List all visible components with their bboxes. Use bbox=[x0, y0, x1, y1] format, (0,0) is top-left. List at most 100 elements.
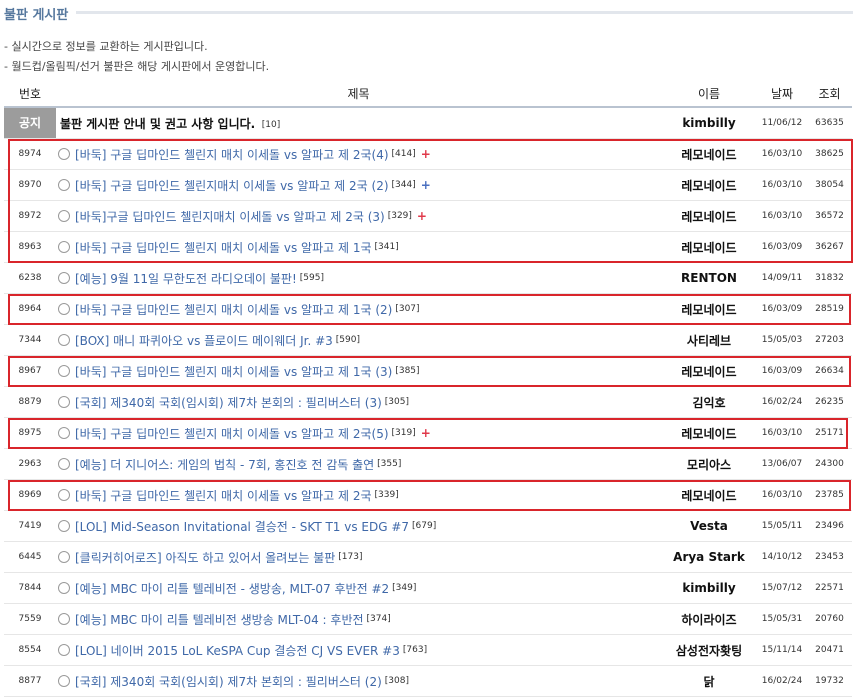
post-views: 38054 bbox=[807, 169, 852, 201]
circle-icon bbox=[58, 675, 70, 687]
post-title-cell: [LOL] Mid-Season Invitational 결승전 - SKT … bbox=[56, 510, 661, 542]
table-row: 8970 [바둑] 구글 딥마인드 첼린지매치 이세돌 vs 알파고 제 2국 (… bbox=[4, 169, 852, 201]
circle-icon bbox=[58, 272, 70, 284]
board-description-1: - 실시간으로 정보를 교환하는 게시판입니다. bbox=[4, 40, 208, 53]
post-views: 27203 bbox=[807, 324, 852, 356]
post-author[interactable]: 레모네이드 bbox=[661, 417, 757, 449]
circle-icon bbox=[58, 210, 70, 222]
post-date: 16/03/10 bbox=[757, 169, 807, 201]
post-title-link[interactable]: [예능] MBC 마이 리틀 텔레비전 - 생방송, MLT-07 후반전 #2 bbox=[75, 582, 389, 596]
notice-date: 11/06/12 bbox=[757, 107, 807, 139]
post-author[interactable]: Vesta bbox=[661, 510, 757, 542]
post-title-cell: [예능] 9월 11일 무한도전 라디오데이 불판! [595] bbox=[56, 262, 661, 294]
post-title-link[interactable]: [클릭커히어로즈] 아직도 하고 있어서 올려보는 불판 bbox=[75, 551, 335, 565]
circle-icon bbox=[58, 427, 70, 439]
post-date: 15/05/31 bbox=[757, 603, 807, 635]
post-author[interactable]: 레모네이드 bbox=[661, 200, 757, 232]
circle-icon bbox=[58, 365, 70, 377]
post-date: 13/06/07 bbox=[757, 448, 807, 480]
post-number: 2963 bbox=[4, 448, 56, 480]
post-title-link[interactable]: [BOX] 매니 파퀴아오 vs 플로이드 메이웨더 Jr. #3 bbox=[75, 334, 333, 348]
comment-count: [385] bbox=[395, 366, 420, 376]
post-number: 8967 bbox=[4, 355, 56, 387]
post-title-link[interactable]: [LOL] 네이버 2015 LoL KeSPA Cup 결승전 CJ VS E… bbox=[75, 644, 400, 658]
post-title-link[interactable]: [예능] 9월 11일 무한도전 라디오데이 불판! bbox=[75, 272, 297, 286]
post-title-cell: [LOL] 네이버 2015 LoL KeSPA Cup 결승전 CJ VS E… bbox=[56, 634, 661, 666]
circle-icon bbox=[58, 520, 70, 532]
post-author[interactable]: 레모네이드 bbox=[661, 293, 757, 325]
header-title: 제목 bbox=[56, 81, 661, 108]
circle-icon bbox=[58, 396, 70, 408]
post-author[interactable]: RENTON bbox=[661, 262, 757, 294]
post-title-link[interactable]: [예능] MBC 마이 리틀 텔레비전 생방송 MLT-04 : 후반전 bbox=[75, 613, 364, 627]
post-author[interactable]: 레모네이드 bbox=[661, 355, 757, 387]
post-author[interactable]: 레모네이드 bbox=[661, 479, 757, 511]
new-reply-mark: + bbox=[420, 147, 431, 161]
table-row: 7844 [예능] MBC 마이 리틀 텔레비전 - 생방송, MLT-07 후반… bbox=[4, 572, 852, 604]
post-title-cell: [바둑] 구글 딥마인드 첼린지 매치 이세돌 vs 알파고 제 1국 (3)[… bbox=[56, 355, 661, 387]
post-views: 23496 bbox=[807, 510, 852, 542]
post-author[interactable]: kimbilly bbox=[661, 572, 757, 604]
post-title-link[interactable]: [바둑] 구글 딥마인드 첼린지 매치 이세돌 vs 알파고 제 1국 (3) bbox=[75, 365, 392, 379]
post-date: 16/02/24 bbox=[757, 665, 807, 697]
post-title-link[interactable]: [바둑] 구글 딥마인드 첼린지 매치 이세돌 vs 알파고 제 2국(5) bbox=[75, 427, 389, 441]
post-date: 16/03/09 bbox=[757, 231, 807, 263]
post-date: 15/11/14 bbox=[757, 634, 807, 666]
post-author[interactable]: 하이라이즈 bbox=[661, 603, 757, 635]
post-title-link[interactable]: [예능] 더 지니어스: 게임의 법칙 - 7회, 홍진호 전 감독 출연 bbox=[75, 458, 374, 472]
post-title-link[interactable]: [바둑] 구글 딥마인드 첼린지매치 이세돌 vs 알파고 제 2국 (2) bbox=[75, 179, 389, 193]
post-author[interactable]: 삼성전자홧팅 bbox=[661, 634, 757, 666]
post-title-link[interactable]: [LOL] Mid-Season Invitational 결승전 - SKT … bbox=[75, 520, 409, 534]
notice-title-cell: 불판 게시판 안내 및 권고 사항 입니다. [10] bbox=[56, 107, 661, 139]
post-author[interactable]: 사티레브 bbox=[661, 324, 757, 356]
post-title-link[interactable]: [바둑] 구글 딥마인드 첼린지 매치 이세돌 vs 알파고 제 2국(4) bbox=[75, 148, 389, 162]
circle-icon bbox=[58, 613, 70, 625]
post-author[interactable]: 닭 bbox=[661, 665, 757, 697]
comment-count: [355] bbox=[377, 459, 402, 469]
post-author[interactable]: 레모네이드 bbox=[661, 169, 757, 201]
post-title-cell: [예능] MBC 마이 리틀 텔레비전 - 생방송, MLT-07 후반전 #2… bbox=[56, 572, 661, 604]
post-author[interactable]: 레모네이드 bbox=[661, 138, 757, 170]
table-row: 8969 [바둑] 구글 딥마인드 첼린지 매치 이세돌 vs 알파고 제 2국[… bbox=[4, 479, 852, 511]
post-date: 16/03/09 bbox=[757, 293, 807, 325]
comment-count: [590] bbox=[335, 335, 360, 345]
circle-icon bbox=[58, 179, 70, 191]
post-title-cell: [바둑] 구글 딥마인드 첼린지매치 이세돌 vs 알파고 제 2국 (2) [3… bbox=[56, 169, 661, 201]
post-views: 36267 bbox=[807, 231, 852, 263]
notice-author[interactable]: kimbilly bbox=[661, 107, 757, 139]
post-title-link[interactable]: [바둑]구글 딥마인드 첼린지매치 이세돌 vs 알파고 제 2국 (3) bbox=[75, 210, 385, 224]
table-row: 8967 [바둑] 구글 딥마인드 첼린지 매치 이세돌 vs 알파고 제 1국 … bbox=[4, 355, 852, 387]
post-views: 24300 bbox=[807, 448, 852, 480]
new-reply-mark: + bbox=[416, 209, 427, 223]
post-author[interactable]: Arya Stark bbox=[661, 541, 757, 573]
post-title-link[interactable]: [국회] 제340회 국회(임시회) 제7차 본회의 : 필리버스터 (2) bbox=[75, 675, 382, 689]
circle-icon bbox=[58, 551, 70, 563]
post-date: 16/02/24 bbox=[757, 386, 807, 418]
post-number: 8972 bbox=[4, 200, 56, 232]
post-author[interactable]: 레모네이드 bbox=[661, 231, 757, 263]
table-row: 7559 [예능] MBC 마이 리틀 텔레비전 생방송 MLT-04 : 후반전… bbox=[4, 603, 852, 635]
post-title-cell: [바둑] 구글 딥마인드 첼린지 매치 이세돌 vs 알파고 제 1국 (2)[… bbox=[56, 293, 661, 325]
post-date: 16/03/10 bbox=[757, 138, 807, 170]
post-author[interactable]: 김익호 bbox=[661, 386, 757, 418]
post-date: 14/10/12 bbox=[757, 541, 807, 573]
comment-count: [341] bbox=[374, 242, 399, 252]
post-number: 8969 bbox=[4, 479, 56, 511]
post-number: 8974 bbox=[4, 138, 56, 170]
post-title-cell: [클릭커히어로즈] 아직도 하고 있어서 올려보는 불판 [173] bbox=[56, 541, 661, 573]
post-title-link[interactable]: [바둑] 구글 딥마인드 첼린지 매치 이세돌 vs 알파고 제 1국 bbox=[75, 241, 372, 255]
post-title-link[interactable]: [바둑] 구글 딥마인드 첼린지 매치 이세돌 vs 알파고 제 1국 (2) bbox=[75, 303, 392, 317]
table-row: 8554 [LOL] 네이버 2015 LoL KeSPA Cup 결승전 CJ … bbox=[4, 634, 852, 666]
circle-icon bbox=[58, 644, 70, 656]
comment-count: [307] bbox=[395, 304, 420, 314]
circle-icon bbox=[58, 148, 70, 160]
notice-title-link[interactable]: 불판 게시판 안내 및 권고 사항 입니다. bbox=[60, 117, 255, 131]
post-title-link[interactable]: [바둑] 구글 딥마인드 첼린지 매치 이세돌 vs 알파고 제 2국 bbox=[75, 489, 372, 503]
circle-icon bbox=[58, 241, 70, 253]
table-row: 7419 [LOL] Mid-Season Invitational 결승전 - … bbox=[4, 510, 852, 542]
post-title-link[interactable]: [국회] 제340회 국회(임시회) 제7차 본회의 : 필리버스터 (3) bbox=[75, 396, 382, 410]
post-author[interactable]: 모리아스 bbox=[661, 448, 757, 480]
post-title-cell: [국회] 제340회 국회(임시회) 제7차 본회의 : 필리버스터 (3) [3… bbox=[56, 386, 661, 418]
post-number: 8963 bbox=[4, 231, 56, 263]
comment-count: [595] bbox=[299, 273, 324, 283]
